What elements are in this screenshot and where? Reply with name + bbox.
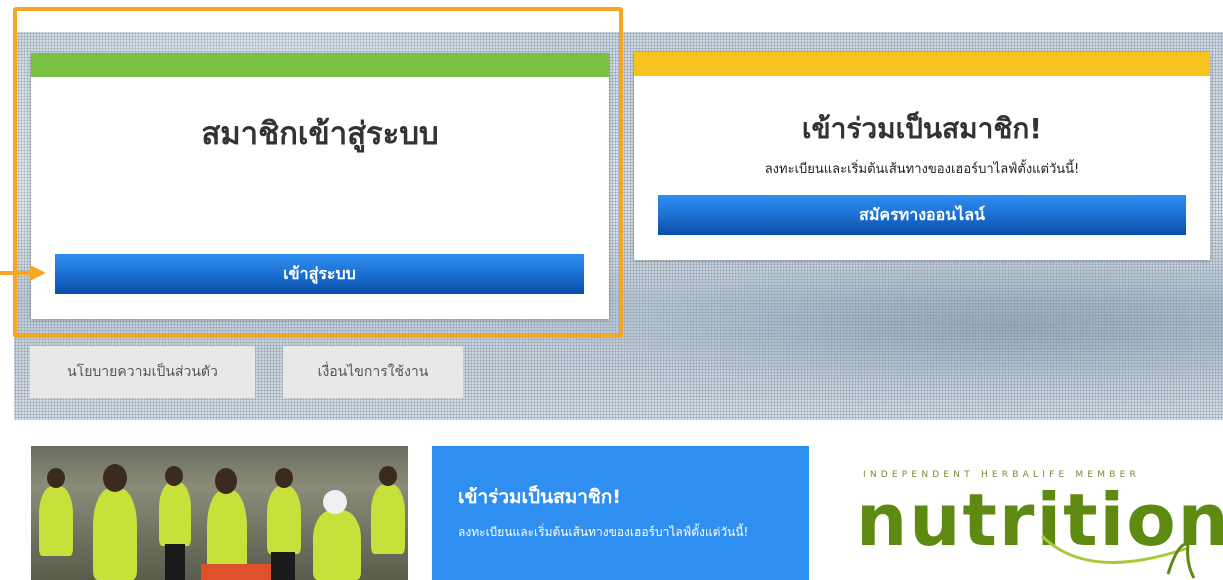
promo-text: ลงทะเบียนและเริ่มต้นเส้นทางของเฮอร์บาไลฟ… xyxy=(458,525,749,539)
photo-figure xyxy=(159,482,191,546)
login-card-title: สมาชิกเข้าสู่ระบบ xyxy=(201,116,439,152)
photo-figure xyxy=(165,544,185,580)
promo-title: เข้าร่วมเป็นสมาชิก! xyxy=(458,486,621,508)
photo-figure xyxy=(215,468,237,494)
login-button[interactable]: เข้าสู่ระบบ xyxy=(55,254,584,294)
photo-figure xyxy=(379,466,397,486)
promo-join-panel[interactable]: เข้าร่วมเป็นสมาชิก! ลงทะเบียนและเริ่มต้น… xyxy=(432,446,809,580)
join-card-subtitle: ลงทะเบียนและเริ่มต้นเส้นทางของเฮอร์บาไลฟ… xyxy=(764,162,1080,177)
page: สมาชิกเข้าสู่ระบบ เข้าสู่ระบบ เข้าร่วมเป… xyxy=(0,0,1223,580)
login-card: สมาชิกเข้าสู่ระบบ เข้าสู่ระบบ xyxy=(31,53,609,319)
photo-figure xyxy=(47,468,65,488)
photo-figure xyxy=(165,466,183,486)
photo-figure xyxy=(271,552,295,580)
photo-figure xyxy=(323,490,347,514)
photo-figure xyxy=(313,510,361,580)
nutrition-club-logo: INDEPENDENT HERBALIFE MEMBER nutrition xyxy=(848,470,1223,580)
arrow-right-icon xyxy=(0,265,46,281)
join-card-title: เข้าร่วมเป็นสมาชิก! xyxy=(801,112,1043,145)
join-card: เข้าร่วมเป็นสมาชิก! ลงทะเบียนและเริ่มต้น… xyxy=(634,52,1210,260)
photo-figure xyxy=(103,464,127,492)
logo-swoosh-icon xyxy=(1040,534,1196,579)
photo-figure xyxy=(371,484,405,554)
photo-figure xyxy=(267,486,301,554)
privacy-policy-link[interactable]: นโยบายความเป็นส่วนตัว xyxy=(30,346,255,398)
terms-of-use-link[interactable]: เงื่อนไขการใช้งาน xyxy=(283,346,463,398)
signup-online-button[interactable]: สมัครทางออนไลน์ xyxy=(658,195,1186,235)
cloud-decoration xyxy=(503,242,1223,412)
photo-figure xyxy=(93,488,137,580)
join-card-accent-bar xyxy=(634,52,1210,76)
group-exercise-photo xyxy=(31,446,408,580)
login-card-accent-bar xyxy=(31,53,609,77)
photo-figure xyxy=(39,486,73,556)
photo-figure xyxy=(275,468,293,488)
photo-figure xyxy=(201,564,271,580)
